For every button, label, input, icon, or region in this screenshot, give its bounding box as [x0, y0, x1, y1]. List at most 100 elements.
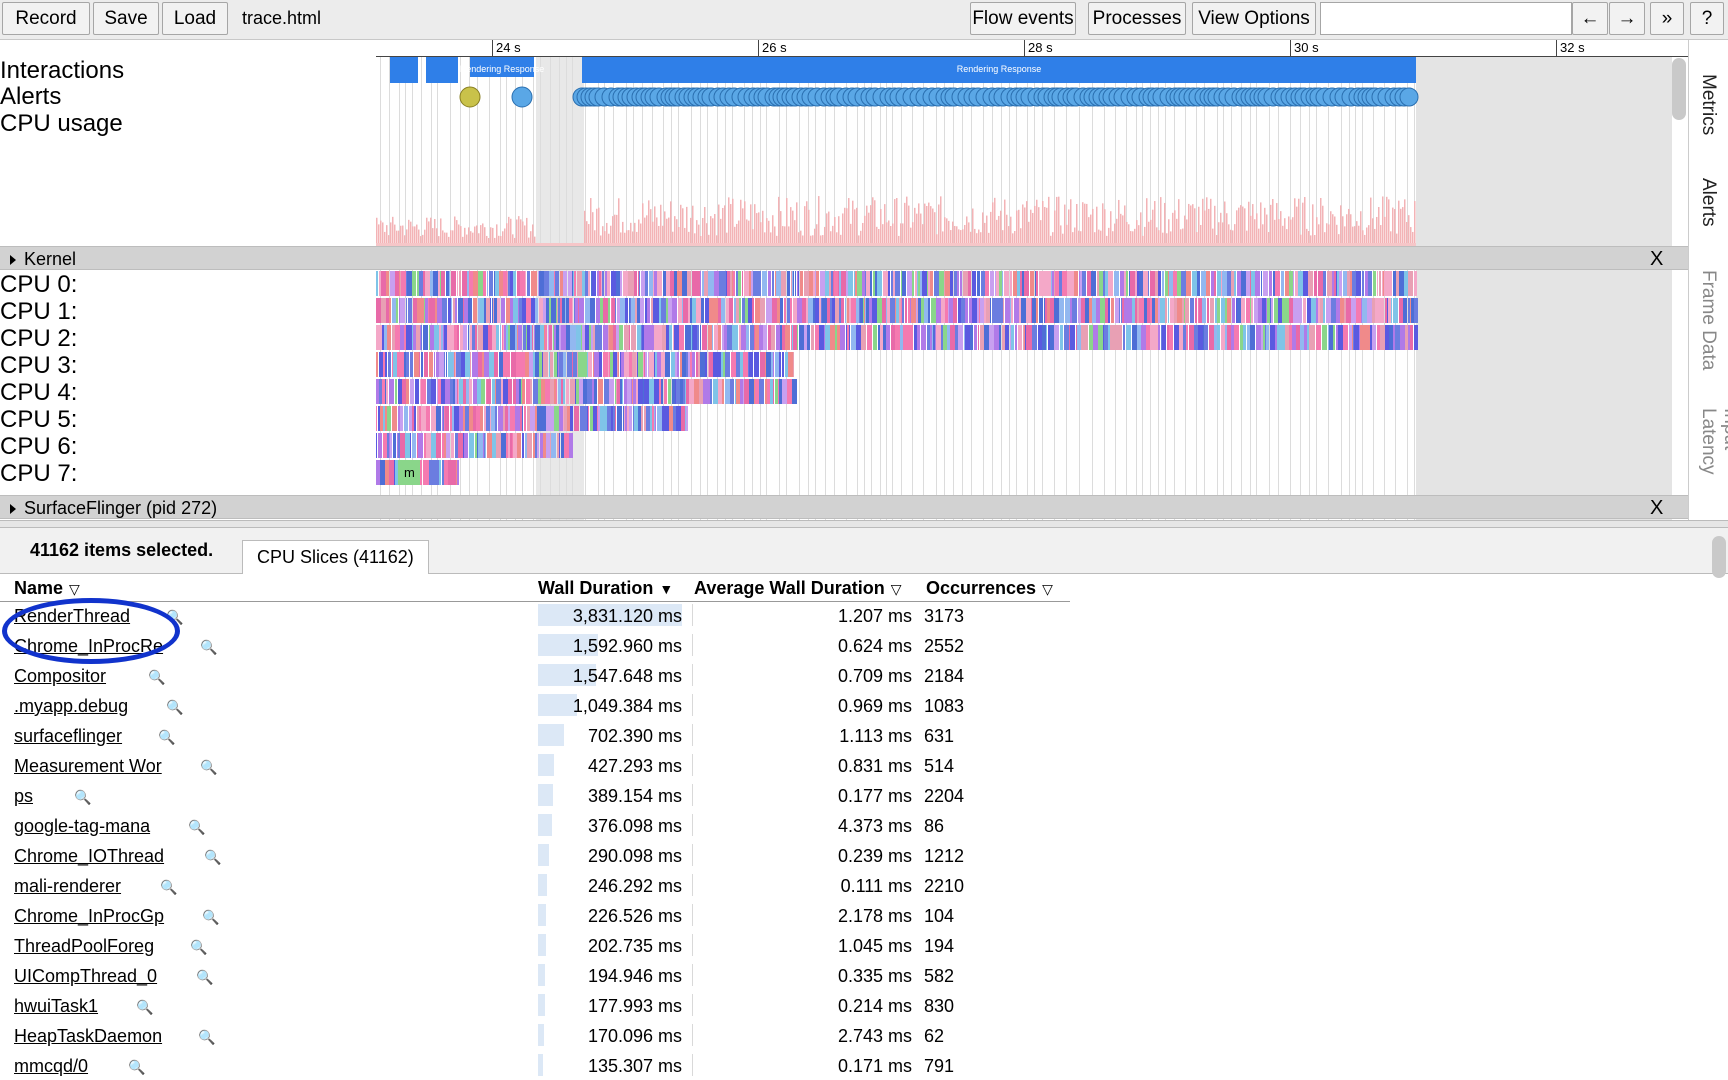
search-icon[interactable]: 🔍 [196, 969, 213, 986]
thread-name-link[interactable]: UICompThread_0 [14, 966, 157, 987]
col-header-wall-duration[interactable]: Wall Duration ▼ [538, 578, 673, 599]
close-surfaceflinger-button[interactable]: X [1650, 497, 1663, 520]
col-header-occurrences[interactable]: Occurrences ▽ [926, 578, 1053, 599]
table-row[interactable]: mali-renderer 🔍 246.292 ms 0.111 ms 2210 [0, 872, 1070, 902]
flow-events-button[interactable]: Flow events [970, 2, 1076, 35]
surfaceflinger-group-header[interactable]: SurfaceFlinger (pid 272) X [0, 495, 1728, 519]
cpu-usage-bar [742, 208, 744, 246]
processes-button[interactable]: Processes [1088, 2, 1186, 35]
cpu-slice [478, 352, 482, 377]
expand-triangle-icon[interactable] [10, 255, 16, 265]
search-icon[interactable]: 🔍 [190, 939, 207, 956]
panel-splitter[interactable] [0, 520, 1728, 528]
cpu-slice [1254, 298, 1258, 323]
cpu-slice [877, 298, 882, 323]
cpu-slice [793, 271, 794, 296]
thread-name-link[interactable]: mali-renderer [14, 876, 121, 897]
search-icon[interactable]: 🔍 [200, 759, 217, 776]
thread-name-link[interactable]: HeapTaskDaemon [14, 1026, 162, 1047]
cpu-slice [1062, 325, 1063, 350]
search-icon[interactable]: 🔍 [202, 909, 219, 926]
search-icon[interactable]: 🔍 [158, 729, 175, 746]
timeline-canvas[interactable]: Rendering Response Rendering Responsem [376, 40, 1672, 520]
kernel-group-header[interactable]: Kernel X [0, 246, 1728, 270]
table-row[interactable]: ThreadPoolForeg 🔍 202.735 ms 1.045 ms 194 [0, 932, 1070, 962]
timeline-viewport[interactable]: Rendering Response Rendering Response m [376, 40, 1672, 520]
search-icon[interactable]: 🔍 [200, 639, 217, 656]
cpu-slice [438, 379, 441, 404]
more-button[interactable]: » [1650, 2, 1684, 35]
sort-icon[interactable]: ▽ [69, 581, 80, 597]
expand-triangle-icon[interactable] [10, 504, 16, 514]
prev-arrow-button[interactable]: ← [1572, 2, 1608, 35]
table-row[interactable]: Compositor 🔍 1,547.648 ms 0.709 ms 2184 [0, 662, 1070, 692]
search-icon[interactable]: 🔍 [188, 819, 205, 836]
cpu-usage-bar [598, 207, 600, 246]
search-icon[interactable]: 🔍 [128, 1059, 145, 1076]
col-header-name[interactable]: Name ▽ [14, 578, 80, 599]
load-button[interactable]: Load [162, 2, 228, 35]
search-icon[interactable]: 🔍 [148, 669, 165, 686]
help-button[interactable]: ? [1690, 2, 1724, 35]
thread-name-link[interactable]: surfaceflinger [14, 726, 122, 747]
search-icon[interactable]: 🔍 [74, 789, 91, 806]
side-tab-alerts[interactable]: Alerts [1697, 178, 1719, 227]
thread-name-link[interactable]: .myapp.debug [14, 696, 128, 717]
side-tab-input-latency[interactable]: Input Latency [1697, 408, 1728, 520]
sort-icon[interactable]: ▽ [1042, 581, 1053, 597]
table-row[interactable]: .myapp.debug 🔍 1,049.384 ms 0.969 ms 1083 [0, 692, 1070, 722]
table-row[interactable]: hwuiTask1 🔍 177.993 ms 0.214 ms 830 [0, 992, 1070, 1022]
sort-icon[interactable]: ▽ [891, 581, 902, 597]
thread-name-link[interactable]: google-tag-mana [14, 816, 150, 837]
cpu-slice [399, 352, 404, 377]
view-options-button[interactable]: View Options [1192, 2, 1316, 35]
search-input[interactable] [1320, 2, 1572, 35]
tab-cpu-slices[interactable]: CPU Slices (41162) [242, 540, 429, 574]
save-button[interactable]: Save [93, 2, 159, 35]
cpu-slice [661, 298, 666, 323]
thread-name-link[interactable]: Compositor [14, 666, 106, 687]
search-icon[interactable]: 🔍 [160, 879, 177, 896]
thread-name-link[interactable]: ThreadPoolForeg [14, 936, 154, 957]
thread-name-link[interactable]: ps [14, 786, 33, 807]
search-icon[interactable]: 🔍 [166, 699, 183, 716]
thread-name-link[interactable]: hwuiTask1 [14, 996, 98, 1017]
search-icon[interactable]: 🔍 [204, 849, 221, 866]
close-kernel-button[interactable]: X [1650, 248, 1663, 271]
cpu-usage-bar [1250, 215, 1252, 246]
table-row[interactable]: mmcqd/0 🔍 135.307 ms 0.171 ms 791 [0, 1052, 1070, 1080]
cpu-slice [577, 352, 578, 377]
side-tab-frame-data[interactable]: Frame Data [1697, 270, 1719, 370]
cpu-slice [588, 406, 589, 431]
cpu-slice [464, 433, 468, 458]
cpu-slice [493, 298, 494, 323]
cpu-slice [607, 271, 610, 296]
table-row[interactable]: Chrome_InProcGp 🔍 226.526 ms 2.178 ms 104 [0, 902, 1070, 932]
table-row[interactable]: surfaceflinger 🔍 702.390 ms 1.113 ms 631 [0, 722, 1070, 752]
cpu-slice [637, 298, 640, 323]
panel-scrollbar[interactable] [1712, 536, 1726, 578]
table-row[interactable]: ps 🔍 389.154 ms 0.177 ms 2204 [0, 782, 1070, 812]
thread-name-link[interactable]: Chrome_IOThread [14, 846, 164, 867]
thread-name-link[interactable]: mmcqd/0 [14, 1056, 88, 1077]
table-row[interactable]: Chrome_IOThread 🔍 290.098 ms 0.239 ms 1212 [0, 842, 1070, 872]
table-row[interactable]: UICompThread_0 🔍 194.946 ms 0.335 ms 582 [0, 962, 1070, 992]
next-arrow-button[interactable]: → [1609, 2, 1645, 35]
cpu-slice [930, 325, 932, 350]
cpu-slice [1311, 298, 1316, 323]
time-ruler[interactable]: 24 s 26 s 28 s 30 s 32 s [376, 40, 1688, 57]
table-row[interactable]: HeapTaskDaemon 🔍 170.096 ms 2.743 ms 62 [0, 1022, 1070, 1052]
table-row[interactable]: google-tag-mana 🔍 376.098 ms 4.373 ms 86 [0, 812, 1070, 842]
thread-name-link[interactable]: Measurement Wor [14, 756, 162, 777]
search-icon[interactable]: 🔍 [136, 999, 153, 1016]
record-button[interactable]: Record [2, 2, 90, 35]
cpu-slice [915, 271, 917, 296]
search-icon[interactable]: 🔍 [198, 1029, 215, 1046]
track-scrollbar[interactable] [1672, 58, 1686, 120]
cpu-slice [729, 298, 733, 323]
side-tab-metrics[interactable]: Metrics [1697, 74, 1719, 135]
thread-name-link[interactable]: Chrome_InProcGp [14, 906, 164, 927]
table-row[interactable]: Measurement Wor 🔍 427.293 ms 0.831 ms 514 [0, 752, 1070, 782]
col-header-average-wall-duration[interactable]: Average Wall Duration ▽ [694, 578, 902, 599]
sort-descending-icon[interactable]: ▼ [659, 581, 673, 597]
